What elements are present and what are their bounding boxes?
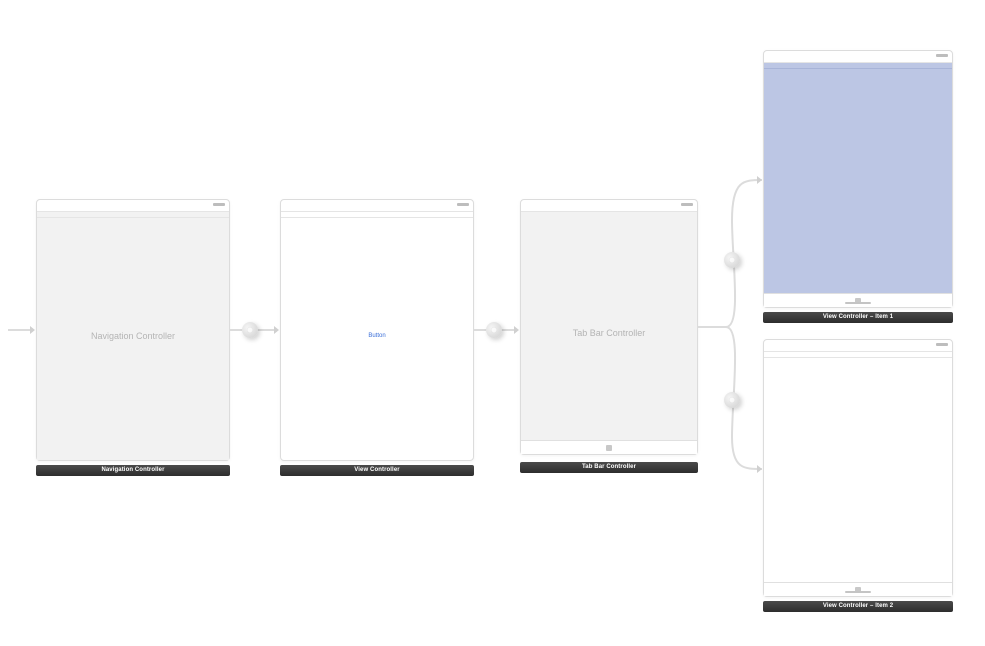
scene-titlebar-control [213, 203, 225, 206]
tab-bar [521, 440, 697, 454]
navigation-bar [281, 212, 473, 218]
navigation-bar [764, 352, 952, 358]
tab-bar [764, 293, 952, 307]
scene-placeholder-label: Navigation Controller [91, 331, 175, 341]
home-indicator-icon [845, 591, 871, 593]
scene-titlebar-control [457, 203, 469, 206]
entry-point-arrow[interactable] [8, 329, 30, 331]
scene-view-controller-root[interactable]: Button [280, 199, 474, 461]
arrow-head-icon [30, 326, 35, 334]
scene-caption-tabbar: Tab Bar Controller [520, 462, 698, 473]
tab-bar-item-icon [606, 445, 612, 451]
scene-tab-bar-controller[interactable]: Tab Bar Controller [520, 199, 698, 455]
segue-show[interactable] [486, 322, 502, 338]
storyboard-canvas[interactable]: Navigation Controller Navigation Control… [0, 0, 985, 646]
scene-navigation-controller[interactable]: Navigation Controller [36, 199, 230, 461]
tab-bar [764, 582, 952, 596]
button-element[interactable]: Button [368, 333, 385, 339]
scene-caption-item-2: View Controller – Item 2 [763, 601, 953, 612]
segue-viewcontrollers-item-1[interactable] [724, 252, 740, 268]
arrow-head-icon [274, 326, 279, 334]
segue-root-relationship[interactable] [242, 322, 258, 338]
arrow-head-icon [514, 326, 519, 334]
scene-titlebar[interactable] [764, 340, 952, 352]
scene-caption-navigation: Navigation Controller [36, 465, 230, 476]
scene-view-controller-item-1[interactable] [763, 50, 953, 308]
scene-titlebar[interactable] [521, 200, 697, 212]
scene-titlebar-control [936, 54, 948, 57]
scene-placeholder-label: Tab Bar Controller [573, 328, 646, 338]
segue-viewcontrollers-item-2[interactable] [724, 392, 740, 408]
scene-titlebar-control [681, 203, 693, 206]
navigation-bar [37, 212, 229, 218]
arrow-head-icon [757, 176, 762, 184]
scene-caption-root: View Controller [280, 465, 474, 476]
arrow-head-icon [757, 465, 762, 473]
home-indicator-icon [845, 302, 871, 304]
scene-titlebar[interactable] [764, 51, 952, 63]
scene-titlebar-control [936, 343, 948, 346]
scene-view-controller-item-2[interactable] [763, 339, 953, 597]
scene-titlebar[interactable] [281, 200, 473, 212]
navigation-bar [764, 63, 952, 69]
scene-titlebar[interactable] [37, 200, 229, 212]
scene-caption-item-1: View Controller – Item 1 [763, 312, 953, 323]
